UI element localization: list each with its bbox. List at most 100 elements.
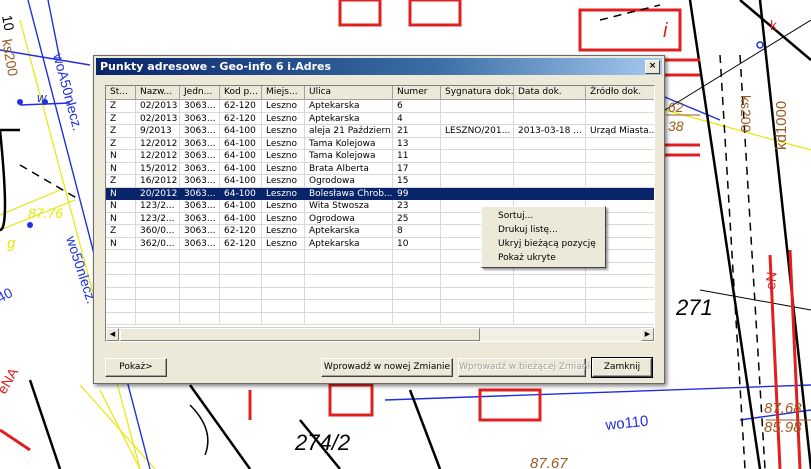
table-cell: N — [106, 200, 136, 213]
empty-cell — [441, 312, 514, 325]
empty-cell — [393, 262, 441, 275]
table-row[interactable]: Z 02/2013 3063... 62-120 Leszno Aptekarska 6 — [106, 100, 654, 113]
table-cell — [514, 162, 586, 175]
table-cell: 8 — [393, 225, 441, 238]
table-cell — [586, 175, 654, 188]
enter-current-change-button[interactable]: Wprowadź w bieżącej Zmianie — [458, 358, 596, 377]
table-cell: Z — [106, 100, 136, 113]
column-header[interactable]: Sygnatura dok. — [441, 86, 514, 100]
table-cell — [586, 150, 654, 163]
column-header[interactable]: St... — [106, 86, 136, 100]
close-button[interactable]: Zamknij — [591, 357, 653, 378]
empty-cell — [305, 250, 393, 263]
menu-item-hide-current[interactable]: Ukryj bieżącą pozycję — [482, 237, 605, 251]
scroll-right-icon[interactable]: ▶ — [641, 328, 654, 341]
table-cell: 02/2013 — [136, 100, 180, 113]
table-cell: Leszno — [262, 237, 305, 250]
empty-cell — [220, 287, 262, 300]
empty-cell — [393, 287, 441, 300]
table-row[interactable]: N 12/2012 3063... 64-100 Leszno Tama Kolejowa… — [106, 150, 654, 163]
empty-cell — [136, 250, 180, 263]
table-row-selected[interactable]: N 20/2012 3063... 64-100 Leszno Bolesława Chr… — [106, 187, 654, 200]
table-cell: 362/0... — [136, 237, 180, 250]
empty-cell — [514, 300, 586, 313]
column-header[interactable]: Data dok. — [514, 86, 586, 100]
table-cell: 21 — [393, 125, 441, 138]
empty-cell — [514, 287, 586, 300]
empty-cell — [305, 312, 393, 325]
table-cell: Aptekarska — [305, 100, 393, 113]
table-cell: 2013-03-18 ... — [514, 125, 586, 138]
table-cell: Z — [106, 225, 136, 238]
menu-item-sort[interactable]: Sortuj... — [482, 209, 605, 223]
table-cell: 20/2012 — [136, 187, 180, 200]
menu-item-show-hidden[interactable]: Pokaż ukryte — [482, 251, 605, 265]
show-button[interactable]: Pokaż> — [105, 358, 167, 377]
table-row[interactable]: Z 16/2012 3063... 64-100 Leszno Ogrodowa 15 — [106, 175, 654, 188]
horizontal-scrollbar[interactable]: ◀ ▶ — [106, 327, 654, 341]
column-header[interactable]: Kod p... — [220, 86, 262, 100]
column-header[interactable]: Numer — [393, 86, 441, 100]
map-label: 274/2 — [294, 430, 350, 455]
table-cell — [441, 112, 514, 125]
table-cell: Brata Alberta — [305, 162, 393, 175]
empty-cell — [106, 262, 136, 275]
context-menu[interactable]: Sortuj... Drukuj listę... Ukryj bieżącą … — [481, 206, 606, 268]
table-cell: Ogrodowa — [305, 212, 393, 225]
empty-cell — [262, 312, 305, 325]
empty-cell — [220, 275, 262, 288]
table-cell: Ogrodowa — [305, 175, 393, 188]
scroll-left-icon[interactable]: ◀ — [106, 328, 119, 341]
table-cell: 62-120 — [220, 237, 262, 250]
table-cell: 6 — [393, 100, 441, 113]
empty-cell — [305, 275, 393, 288]
table-cell — [441, 150, 514, 163]
column-header[interactable]: Miejs... — [262, 86, 305, 100]
table-cell: Aptekarska — [305, 225, 393, 238]
table-cell: 3063... — [180, 187, 220, 200]
column-header[interactable]: Ulica — [305, 86, 393, 100]
table-row[interactable]: Z 12/2012 3063... 64-100 Leszno Tama Kolejowa… — [106, 137, 654, 150]
table-cell — [514, 175, 586, 188]
table-cell: N — [106, 212, 136, 225]
map-label: k — [770, 17, 778, 33]
scrollbar-thumb[interactable] — [120, 328, 480, 341]
table-cell — [514, 112, 586, 125]
table-cell: 25 — [393, 212, 441, 225]
map-label: eN — [762, 271, 779, 290]
table-row[interactable]: Z 9/2013 3063... 64-100 Leszno aleja 21 Paźdz… — [106, 125, 654, 138]
column-header[interactable]: Źródło dok. — [586, 86, 654, 100]
table-cell: 3063... — [180, 225, 220, 238]
empty-cell — [586, 275, 654, 288]
enter-new-change-button[interactable]: Wprowadź w nowej Zmianie — [321, 358, 453, 377]
table-cell — [441, 175, 514, 188]
map-label: eNA — [0, 364, 22, 396]
column-header[interactable]: Nazw... — [136, 86, 180, 100]
table-cell: 62-120 — [220, 225, 262, 238]
table-cell: Urząd Miasta... — [586, 125, 654, 138]
empty-cell — [514, 275, 586, 288]
table-cell: 64-100 — [220, 175, 262, 188]
table-row[interactable]: Z 02/2013 3063... 62-120 Leszno Aptekarska 4 — [106, 112, 654, 125]
menu-item-print-list[interactable]: Drukuj listę... — [482, 223, 605, 237]
column-header[interactable]: Jedn... — [180, 86, 220, 100]
table-cell — [514, 100, 586, 113]
table-row[interactable]: N 15/2012 3063... 64-100 Leszno Brata Alberta… — [106, 162, 654, 175]
table-cell — [441, 187, 514, 200]
empty-cell — [262, 250, 305, 263]
close-icon[interactable]: × — [645, 60, 660, 74]
table-cell: Leszno — [262, 150, 305, 163]
table-cell: 3063... — [180, 100, 220, 113]
empty-cell — [393, 300, 441, 313]
empty-row — [106, 287, 654, 300]
dialog-title-bar[interactable]: Punkty adresowe - Geo-info 6 i.Adres × — [96, 58, 662, 75]
empty-cell — [262, 262, 305, 275]
table-cell: 62-120 — [220, 112, 262, 125]
table-cell: Z — [106, 112, 136, 125]
table-cell — [514, 187, 586, 200]
table-cell: Leszno — [262, 175, 305, 188]
empty-cell — [220, 300, 262, 313]
table-cell: Leszno — [262, 100, 305, 113]
empty-cell — [441, 287, 514, 300]
map-label: 10 — [0, 14, 18, 32]
